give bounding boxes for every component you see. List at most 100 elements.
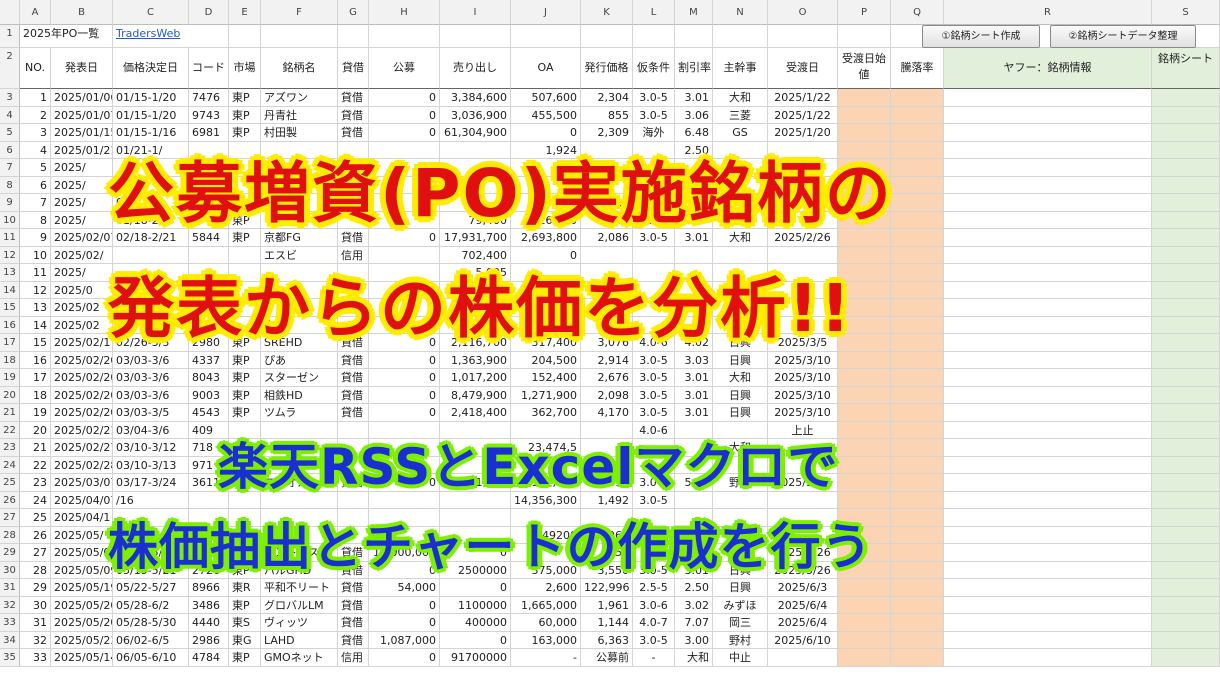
table-cell[interactable]: 01/17-2/ [113,194,189,212]
table-cell[interactable]: 2025/ [51,194,113,212]
column-header[interactable]: F [261,0,338,25]
column-header[interactable]: C [113,0,189,25]
table-cell[interactable]: 村田製 [261,124,338,142]
row-header[interactable]: 10 [0,211,20,229]
table-cell[interactable]: 8966 [189,579,229,597]
table-cell[interactable] [229,264,261,282]
select-all-corner[interactable] [0,0,20,25]
table-cell[interactable]: 33 [20,649,51,667]
table-cell[interactable]: 東P [229,106,261,124]
table-cell[interactable] [944,229,1152,247]
table-cell[interactable] [891,211,944,229]
table-cell[interactable]: 2025/02/07 [51,229,113,247]
table-cell[interactable] [768,159,838,177]
table-cell[interactable]: 8,479,900 [440,386,511,404]
table-cell[interactable]: 02/26-3/3 [113,334,189,352]
table-cell[interactable] [675,299,713,317]
table-cell[interactable]: 03/10-3/13 [113,456,189,474]
table-cell[interactable] [369,491,440,509]
table-cell[interactable] [440,176,511,194]
table-cell[interactable] [261,194,338,212]
table-cell[interactable] [891,386,944,404]
table-cell[interactable]: 1,087,000 [369,631,440,649]
table-cell[interactable]: 貸借 [338,106,369,124]
table-cell[interactable] [1152,421,1220,439]
table-cell[interactable]: 6 [20,176,51,194]
table-cell[interactable]: 0 [369,561,440,579]
table-cell[interactable] [338,141,369,159]
table-cell[interactable] [891,456,944,474]
table-cell[interactable] [338,281,369,299]
table-cell[interactable]: 海外 [633,544,675,562]
table-cell[interactable] [633,316,675,334]
row-header[interactable]: 33 [0,614,20,632]
table-cell[interactable]: 25 [20,509,51,527]
table-cell[interactable]: 54,000 [369,579,440,597]
table-cell[interactable]: 17 [20,369,51,387]
table-cell[interactable]: 3.02 [675,596,713,614]
table-cell[interactable]: 7476 [189,89,229,107]
row-header[interactable]: 11 [0,229,20,247]
table-cell[interactable]: 718 [189,439,229,457]
table-cell[interactable]: 1 [20,89,51,107]
table-cell[interactable]: 2,693,800 [511,229,581,247]
table-cell[interactable]: 971 [189,456,229,474]
table-cell[interactable] [440,439,511,457]
column-header[interactable]: A [20,0,51,25]
table-cell[interactable]: 2025/01/06 [51,89,113,107]
table-cell[interactable] [944,386,1152,404]
table-cell[interactable] [113,526,189,544]
table-cell[interactable] [891,246,944,264]
table-cell[interactable] [189,264,229,282]
table-cell[interactable]: 61,304,900 [440,124,511,142]
row-header[interactable]: 20 [0,386,20,404]
table-cell[interactable] [338,159,369,177]
column-header[interactable]: N [713,0,768,25]
table-cell[interactable]: 大和 [713,439,768,457]
table-cell[interactable]: 貸借 [338,631,369,649]
table-cell[interactable] [261,456,338,474]
table-cell[interactable] [1152,194,1220,212]
table-cell[interactable] [1152,299,1220,317]
table-cell[interactable] [838,229,891,247]
table-cell[interactable] [675,316,713,334]
table-cell[interactable]: 岡三 [713,614,768,632]
table-cell[interactable]: 138,0 [581,194,633,212]
table-cell[interactable] [891,544,944,562]
table-cell[interactable] [713,264,768,282]
table-cell[interactable] [891,421,944,439]
table-cell[interactable]: 5 [20,159,51,177]
table-cell[interactable] [675,421,713,439]
table-cell[interactable]: 0 [511,544,581,562]
table-cell[interactable]: 2025/ [51,211,113,229]
table-cell[interactable] [713,509,768,527]
table-cell[interactable]: 03/03-3/5 [113,404,189,422]
table-cell[interactable] [633,509,675,527]
row-header[interactable]: 24 [0,456,20,474]
table-cell[interactable] [581,509,633,527]
row-header[interactable]: 6 [0,141,20,159]
table-cell[interactable]: 0 [369,649,440,667]
table-cell[interactable] [838,89,891,107]
table-cell[interactable] [944,474,1152,492]
table-cell[interactable]: 東P [229,334,261,352]
table-cell[interactable] [713,421,768,439]
table-cell[interactable]: 2025/05/19 [51,579,113,597]
table-cell[interactable]: 2,914 [581,351,633,369]
table-cell[interactable]: 05/19-5/22 [113,544,189,562]
cell[interactable] [440,25,511,48]
table-cell[interactable] [113,299,189,317]
table-cell[interactable]: 貸借 [338,596,369,614]
row-header[interactable]: 16 [0,316,20,334]
table-cell[interactable]: 3.01 [675,386,713,404]
row-header[interactable]: 22 [0,421,20,439]
table-cell[interactable]: 2025/02/17 [51,334,113,352]
table-cell[interactable] [944,89,1152,107]
table-cell[interactable]: 05/28-5/30 [113,614,189,632]
table-cell[interactable] [633,194,675,212]
table-cell[interactable] [838,649,891,667]
table-cell[interactable]: 920,9 [511,194,581,212]
table-cell[interactable]: 0 [369,334,440,352]
row-header[interactable]: 25 [0,474,20,492]
table-cell[interactable]: 貸借 [338,614,369,632]
